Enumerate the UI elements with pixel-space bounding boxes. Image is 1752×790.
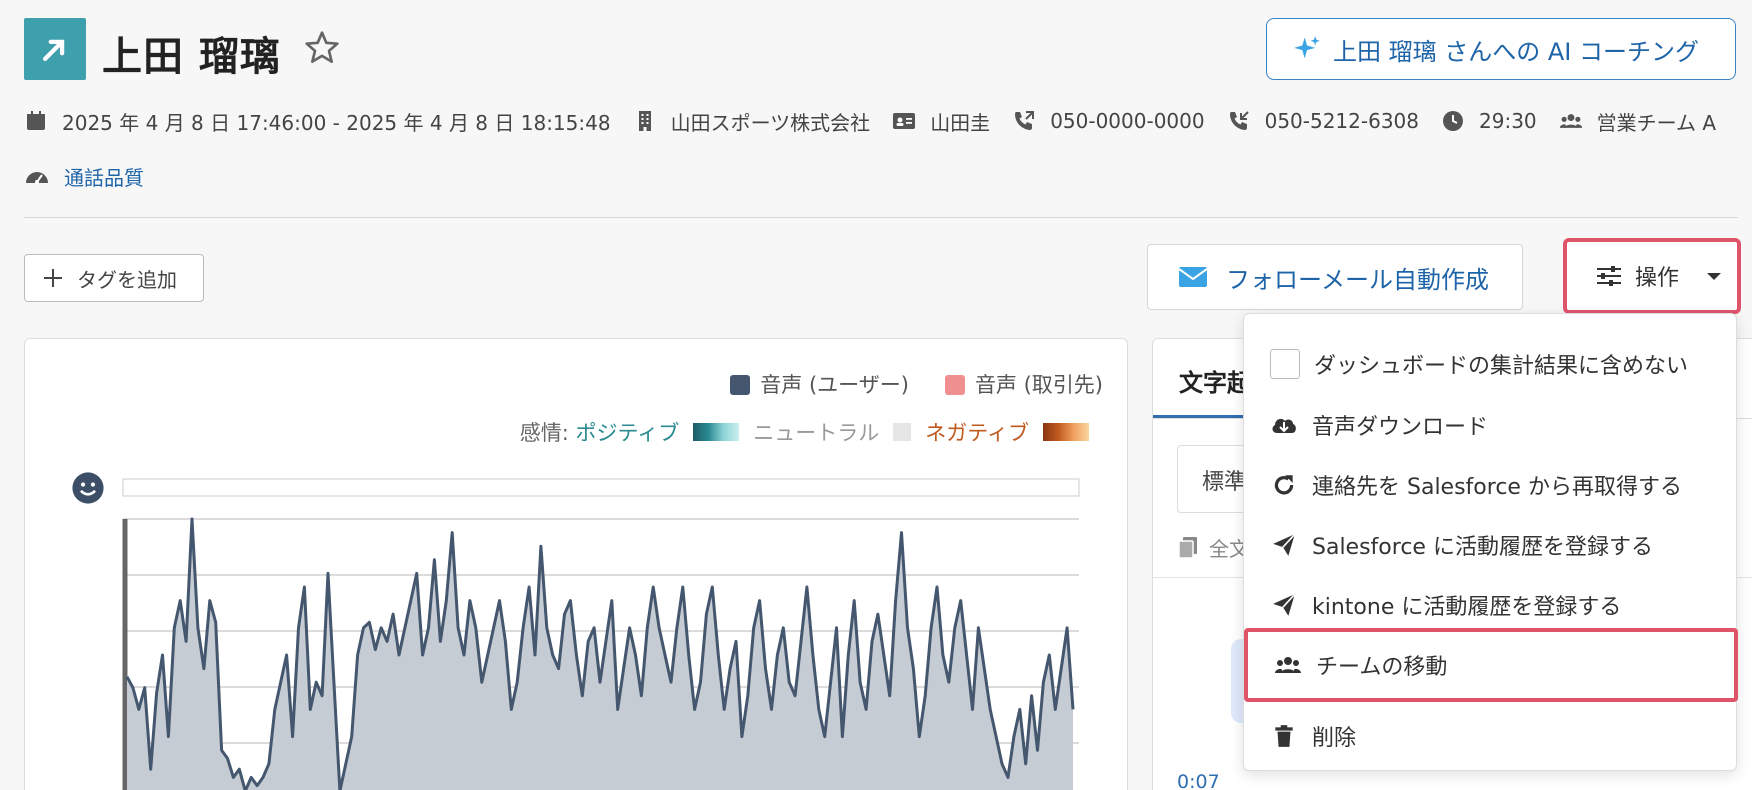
star-icon[interactable] [302, 28, 342, 68]
envelope-icon [1178, 267, 1208, 287]
clock-icon [1443, 111, 1463, 131]
voice-chart-panel: 音声 (ユーザー) 音声 (取引先) 感情: ポジティブ ニュートラル ネガティ… [24, 338, 1128, 790]
sparkle-icon [1294, 36, 1320, 59]
paper-plane-icon [1273, 533, 1296, 556]
meta-duration: 29:30 [1441, 109, 1537, 133]
phone-incoming-icon [1229, 111, 1249, 130]
meta-team: 営業チーム A [1559, 107, 1716, 136]
calendar-icon [27, 111, 45, 130]
gauge-icon [26, 171, 48, 184]
call-meta: 2025 年 4 月 8 日 17:46:00 - 2025 年 4 月 8 日… [24, 104, 1738, 138]
page-header: 上田 瑠璃 上田 瑠璃 さんへの AI コーチング [24, 18, 1736, 80]
transcript-time[interactable]: 0:07 [1177, 771, 1220, 790]
menu-item-move-team[interactable]: チームの移動 [1244, 628, 1738, 702]
building-icon [638, 111, 651, 131]
users-icon [1559, 114, 1582, 128]
trash-icon [1275, 725, 1293, 747]
users-icon [1275, 657, 1301, 673]
meta-datetime: 2025 年 4 月 8 日 17:46:00 - 2025 年 4 月 8 日… [24, 107, 611, 136]
user-voice-area [127, 519, 1073, 790]
id-card-icon [893, 113, 916, 129]
meta-company: 山田スポーツ株式会社 [633, 107, 870, 136]
menu-item-salesforce-activity[interactable]: Salesforce に活動履歴を登録する [1244, 517, 1736, 573]
add-tag-button[interactable]: タグを追加 [24, 254, 204, 302]
sentiment-bar [122, 478, 1080, 497]
external-link-icon[interactable] [24, 18, 86, 80]
checkbox[interactable] [1270, 349, 1300, 379]
chevron-down-icon [1707, 272, 1722, 280]
menu-item-exclude-dashboard[interactable]: ダッシュボードの集計結果に含めない [1244, 336, 1736, 392]
meta-incoming-phone: 050-5212-6308 [1227, 109, 1419, 133]
cloud-download-icon [1272, 418, 1296, 433]
meta-contact: 山田圭 [892, 107, 990, 136]
meta-outgoing-phone: 050-0000-0000 [1012, 109, 1205, 133]
copy-icon [1178, 536, 1197, 559]
header-divider [24, 217, 1738, 218]
copy-all-button[interactable]: 全文 [1177, 533, 1249, 562]
menu-item-delete[interactable]: 削除 [1244, 708, 1736, 764]
redo-icon [1274, 475, 1294, 495]
sliders-icon [1597, 266, 1621, 286]
operations-button[interactable]: 操作 [1563, 238, 1741, 314]
menu-item-refetch-salesforce[interactable]: 連絡先を Salesforce から再取得する [1244, 457, 1736, 513]
ai-coaching-button[interactable]: 上田 瑠璃 さんへの AI コーチング [1266, 18, 1736, 80]
paper-plane-icon [1273, 593, 1296, 616]
call-quality-link[interactable]: 通話品質 [24, 162, 144, 191]
ai-coaching-label: 上田 瑠璃 さんへの AI コーチング [1333, 37, 1700, 66]
operations-menu: ダッシュボードの集計結果に含めない 音声ダウンロード 連絡先を Salesfor… [1243, 313, 1738, 771]
follow-mail-button[interactable]: フォローメール自動作成 [1147, 244, 1523, 310]
voice-area-chart [122, 478, 1080, 790]
phone-outgoing-icon [1015, 111, 1035, 130]
menu-item-kintone-activity[interactable]: kintone に活動履歴を登録する [1244, 577, 1736, 633]
menu-item-download-audio[interactable]: 音声ダウンロード [1244, 397, 1736, 453]
page-title: 上田 瑠璃 [102, 34, 281, 80]
plus-icon [44, 269, 62, 287]
tab-transcript[interactable]: 文字起 [1179, 363, 1251, 398]
